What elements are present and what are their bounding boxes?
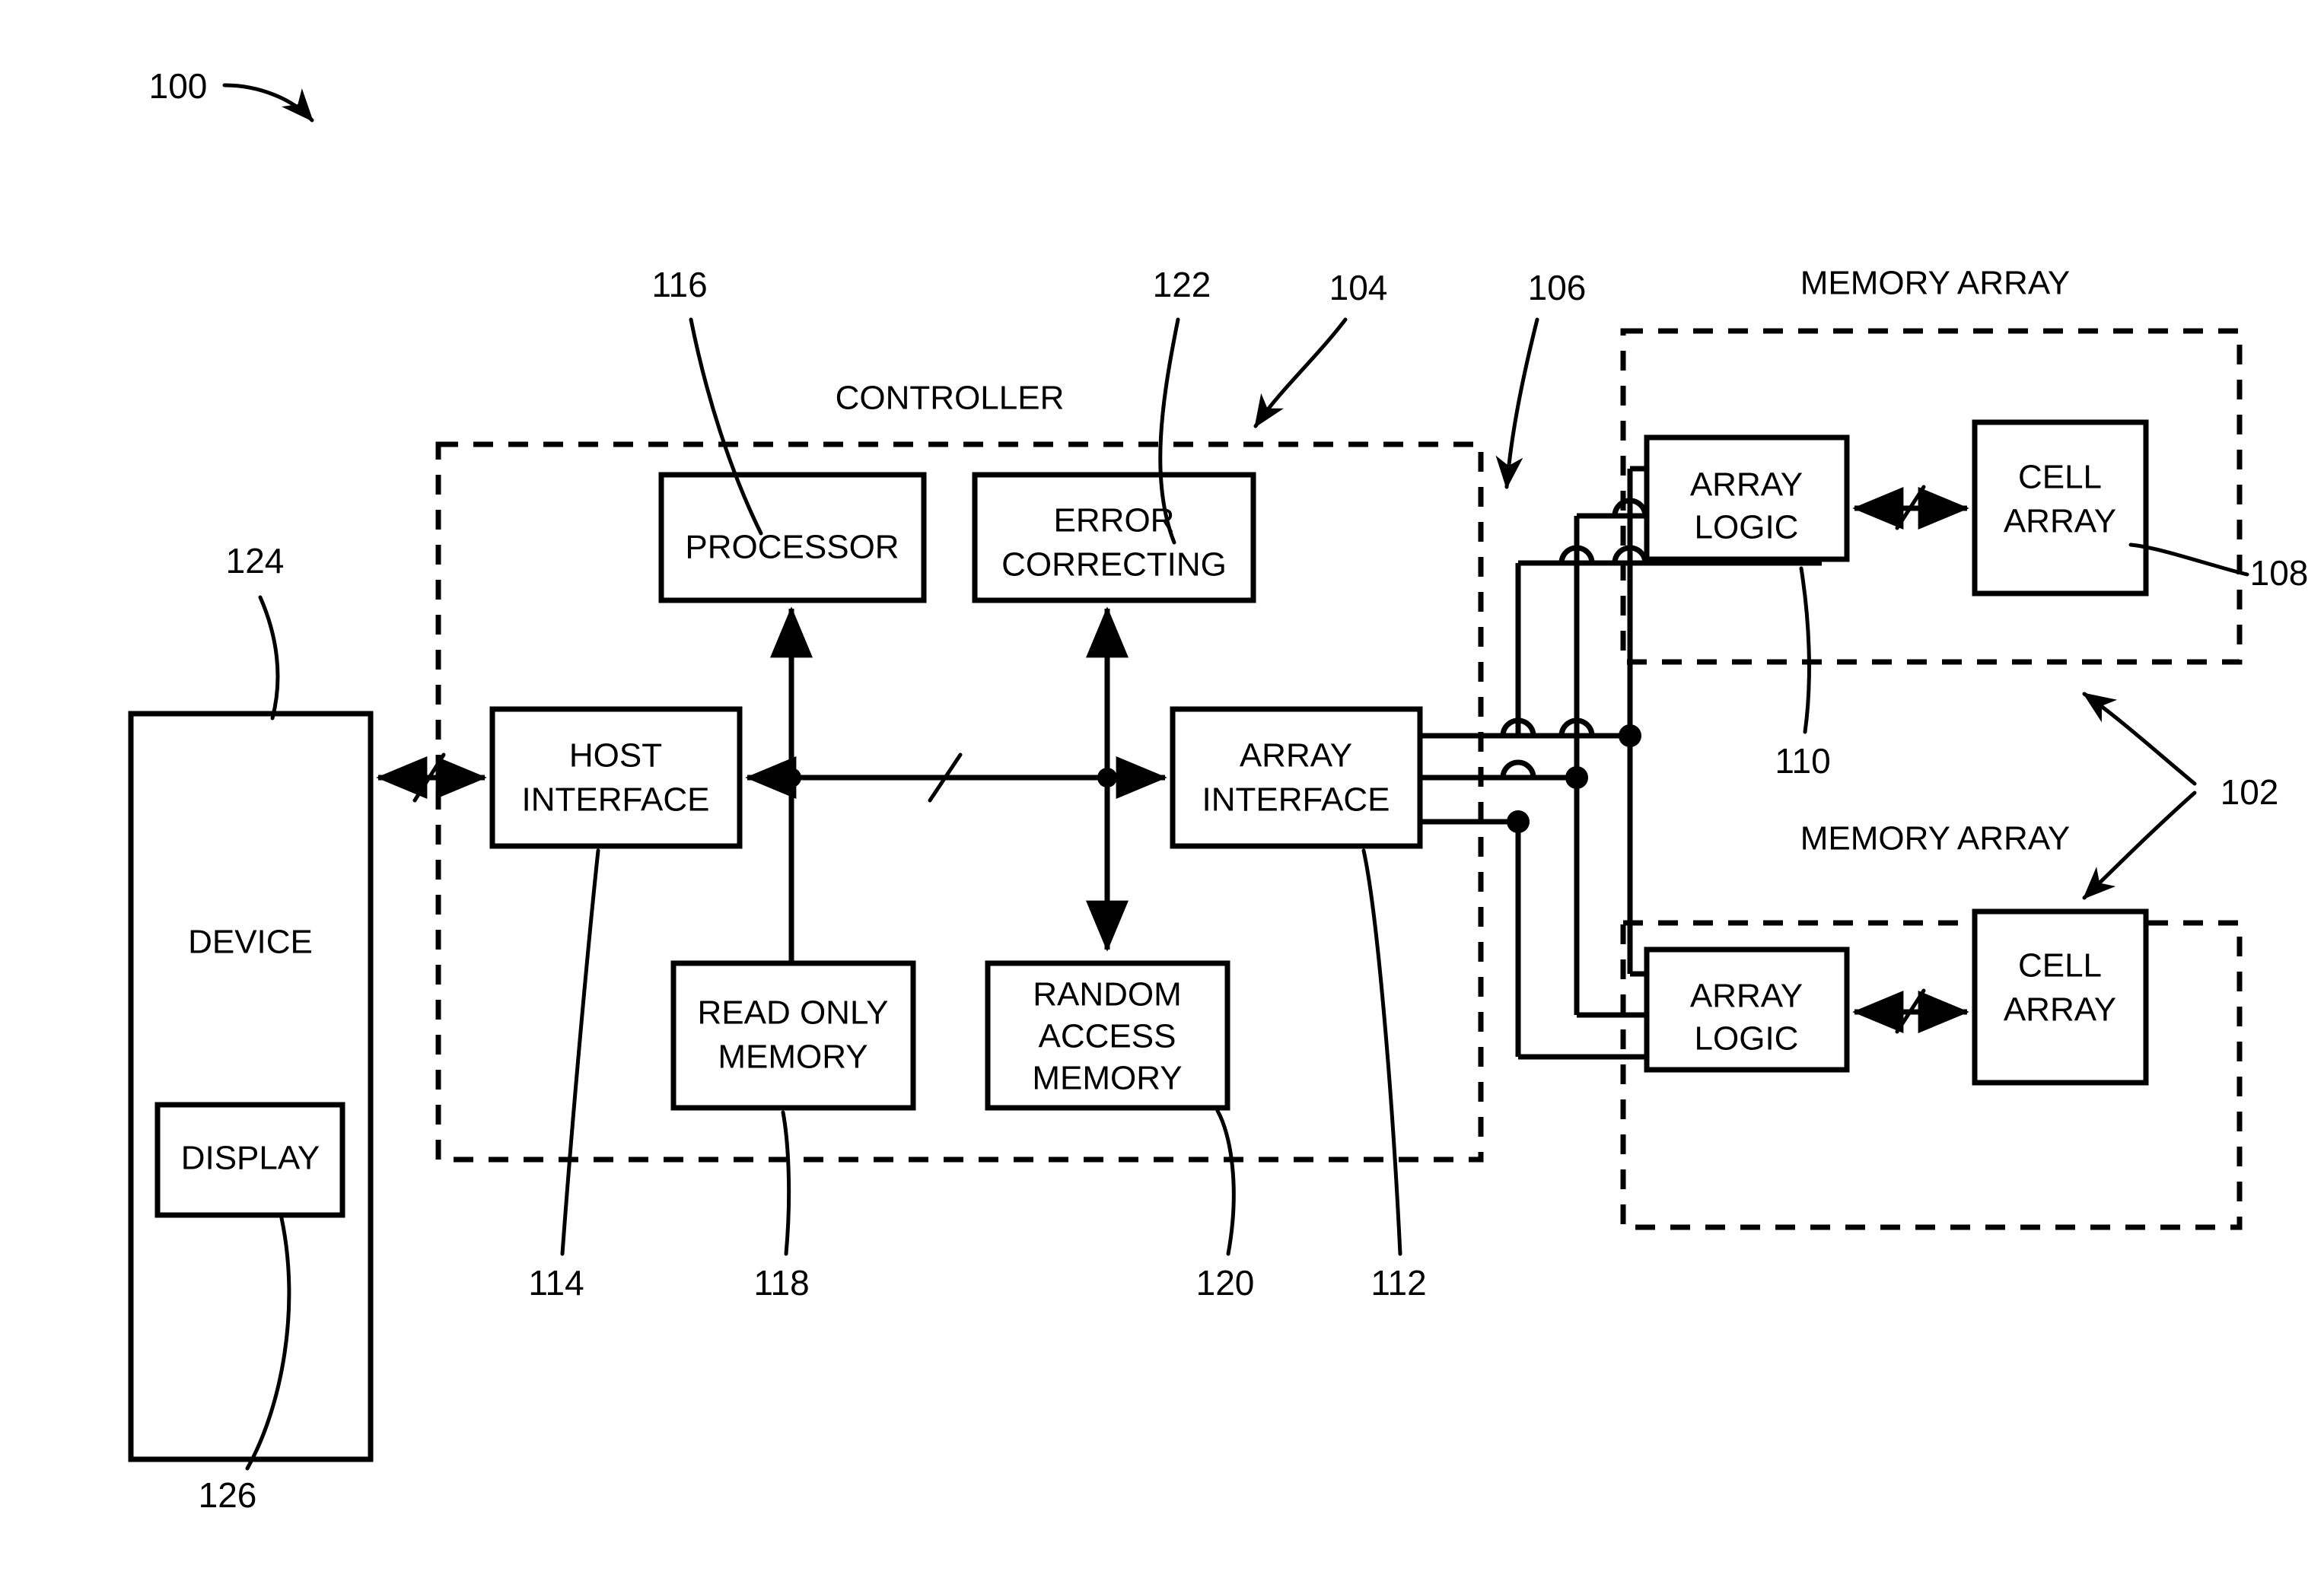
error-correcting-group: ERROR CORRECTING 122: [972, 265, 1256, 603]
memory-array-lower-label: MEMORY ARRAY: [1800, 820, 2071, 857]
leader-120: [1215, 1109, 1236, 1256]
leader-106: [1495, 317, 1539, 489]
ref-112: 112: [1371, 1263, 1426, 1303]
rom-label-2: MEMORY: [718, 1039, 868, 1076]
rom-label-1: READ ONLY: [697, 994, 888, 1032]
cell-array-lower-label-1: CELL: [2018, 947, 2102, 985]
ref-108: 108: [2250, 553, 2309, 593]
processor-label: PROCESSOR: [685, 529, 899, 566]
random-access-memory-group: RANDOM ACCESS MEMORY 120: [985, 960, 1255, 1303]
host-interface-box: [489, 706, 743, 849]
ram-label-3: MEMORY: [1032, 1060, 1182, 1097]
leader-118: [781, 1110, 791, 1256]
host-interface-label-1: HOST: [569, 737, 662, 775]
array-logic-upper-label-2: LOGIC: [1695, 509, 1799, 546]
patent-figure-canvas: 100 DEVICE DISPLAY 124 126 CONTROLLER 10…: [0, 0, 2324, 1578]
array-interface-label-1: ARRAY: [1240, 737, 1352, 775]
leader-100: [222, 83, 314, 122]
memory-array-upper-label: MEMORY ARRAY: [1800, 265, 2071, 302]
ref-122: 122: [1153, 265, 1211, 304]
leader-102-down: [2082, 791, 2197, 900]
error-correcting-label-1: ERROR: [1054, 502, 1175, 539]
controller-label: CONTROLLER: [836, 380, 1065, 417]
ref-116: 116: [651, 265, 707, 304]
device-group: DEVICE DISPLAY 124 126: [128, 541, 374, 1515]
memory-arrays-callout-102: 102: [2082, 692, 2279, 900]
ref-106: 106: [1528, 268, 1587, 307]
memory-array-upper-group: MEMORY ARRAY ARRAY LOGIC CELL ARRAY 108 …: [1620, 265, 2309, 781]
ram-label-1: RANDOM: [1033, 976, 1182, 1013]
device-label: DEVICE: [188, 924, 313, 961]
display-label: DISPLAY: [181, 1140, 320, 1177]
ref-126: 126: [199, 1475, 257, 1515]
cell-array-lower-label-2: ARRAY: [2004, 991, 2116, 1029]
read-only-memory-group: READ ONLY MEMORY 118: [670, 960, 916, 1303]
device-box: [128, 711, 374, 1462]
array-logic-upper-label-1: ARRAY: [1690, 466, 1803, 504]
array-interface-label-2: INTERFACE: [1202, 781, 1390, 819]
memory-array-lower-group: MEMORY ARRAY ARRAY LOGIC CELL ARRAY: [1620, 820, 2243, 1230]
ref-102: 102: [2221, 772, 2279, 812]
array-logic-lower-label-2: LOGIC: [1695, 1020, 1799, 1058]
ref-118: 118: [753, 1263, 809, 1303]
leader-112: [1361, 848, 1402, 1256]
processor-group: PROCESSOR 116: [651, 265, 927, 603]
ref-110: 110: [1775, 741, 1830, 781]
leader-102-up: [2082, 692, 2197, 786]
read-only-memory-box: [670, 960, 916, 1111]
host-interface-label-2: INTERFACE: [522, 781, 710, 819]
leader-104: [1253, 317, 1348, 428]
cell-array-upper-label-1: CELL: [2018, 459, 2102, 496]
block-diagram-svg: 100 DEVICE DISPLAY 124 126 CONTROLLER 10…: [128, 66, 2309, 1515]
leader-114: [560, 848, 600, 1256]
error-correcting-label-2: CORRECTING: [1001, 546, 1227, 584]
leader-124: [258, 595, 280, 721]
ref-104: 104: [1329, 268, 1388, 307]
ram-label-2: ACCESS: [1039, 1018, 1176, 1055]
figure-number-callout: 100: [149, 66, 314, 122]
ref-100: 100: [149, 66, 208, 106]
array-logic-lower-label-1: ARRAY: [1690, 978, 1803, 1015]
ref-120: 120: [1196, 1263, 1255, 1303]
array-interface-box: [1170, 706, 1423, 849]
leader-110: [1799, 566, 1811, 734]
ref-114: 114: [528, 1263, 584, 1303]
ref-124: 124: [226, 541, 285, 581]
cell-array-upper-label-2: ARRAY: [2004, 503, 2116, 540]
